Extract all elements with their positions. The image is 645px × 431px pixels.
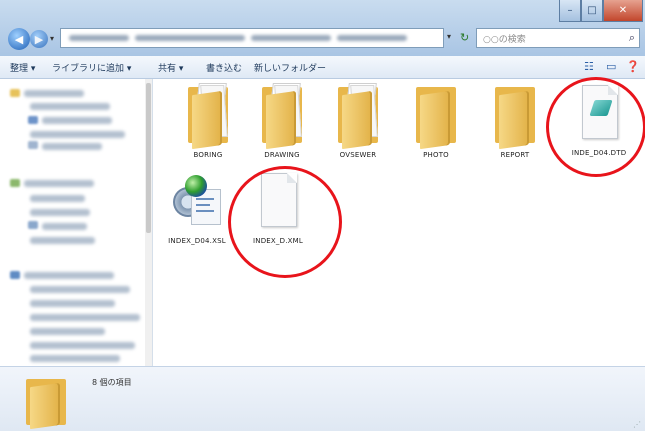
file-name: REPORT (500, 151, 530, 159)
nav-item[interactable] (24, 180, 94, 187)
item-count: 8 個の項目 (92, 378, 132, 387)
breadcrumb-segment[interactable] (251, 35, 331, 41)
file-name: DRAWING (264, 151, 300, 159)
folder-icon (258, 83, 306, 150)
folder-item[interactable]: DRAWING (247, 83, 317, 159)
xsl-file-item[interactable]: INDEX_D04.XSL (155, 171, 239, 245)
folder-item[interactable]: PHOTO (401, 83, 471, 159)
forward-arrow-icon[interactable]: ▶ (30, 30, 48, 48)
share-menu[interactable]: 共有 ▾ (158, 61, 183, 74)
maximize-button[interactable]: □ (581, 0, 603, 22)
window-controls: – □ ✕ (559, 0, 643, 22)
nav-item[interactable] (30, 131, 125, 138)
breadcrumb-segment[interactable] (69, 35, 129, 41)
organize-menu[interactable]: 整理 ▾ (10, 61, 35, 74)
nav-item[interactable] (30, 103, 110, 110)
nav-item[interactable] (30, 342, 135, 349)
folder-icon (412, 83, 460, 150)
resize-grip-icon[interactable]: ⋰ (633, 420, 641, 429)
minimize-button[interactable]: – (559, 0, 581, 22)
nav-item[interactable] (30, 300, 115, 307)
nav-item[interactable] (30, 328, 105, 335)
burn-button[interactable]: 書き込む (206, 61, 242, 74)
address-bar[interactable] (60, 28, 444, 48)
new-folder-button[interactable]: 新しいフォルダー (254, 61, 326, 74)
search-placeholder: ○○の検索 (483, 35, 526, 45)
nav-item[interactable] (30, 314, 140, 321)
nav-item[interactable] (30, 355, 120, 362)
nav-item[interactable] (42, 223, 87, 230)
file-name: INDEX_D04.XSL (168, 237, 226, 245)
folder-icon (184, 83, 232, 150)
folder-item[interactable]: REPORT (480, 83, 550, 159)
folder-icon (28, 141, 38, 149)
computer-icon (10, 271, 20, 279)
nav-scrollbar-thumb[interactable] (146, 83, 151, 233)
file-name: OVSEWER (339, 151, 377, 159)
nav-item[interactable] (30, 209, 90, 216)
back-arrow-icon[interactable]: ◀ (8, 28, 30, 50)
file-name: BORING (193, 151, 223, 159)
close-button[interactable]: ✕ (603, 0, 643, 22)
file-list: BORING DRAWING OVSEWER PHOTO REPORT INDE… (153, 77, 645, 366)
libraries-icon (10, 179, 20, 187)
breadcrumb-segment[interactable] (337, 35, 407, 41)
nav-item[interactable] (24, 90, 84, 97)
folder-item[interactable]: BORING (173, 83, 243, 159)
add-to-library-menu[interactable]: ライブラリに追加 ▾ (52, 61, 131, 74)
explorer-window: – □ ✕ ◀ ▶ ▾ ▾ ↻ ○○の検索 ⌕ 整理 ▾ ライブラリに追加 ▾ … (0, 0, 645, 431)
xsl-file-icon (171, 171, 223, 233)
nav-item[interactable] (24, 272, 114, 279)
file-name: PHOTO (423, 151, 449, 159)
favorites-icon (10, 89, 20, 97)
navigation-pane (0, 79, 153, 366)
refresh-icon[interactable]: ↻ (460, 31, 469, 44)
nav-item[interactable] (42, 143, 102, 150)
title-bar: – □ ✕ ◀ ▶ ▾ ▾ ↻ ○○の検索 ⌕ (0, 0, 645, 56)
nav-item[interactable] (42, 117, 112, 124)
highlight-circle (546, 77, 645, 177)
breadcrumb-segment[interactable] (135, 35, 245, 41)
nav-item[interactable] (30, 286, 130, 293)
help-icon[interactable]: ❓ (626, 60, 640, 73)
recent-pages-chevron-icon[interactable]: ▾ (50, 34, 54, 43)
folder-icon (334, 83, 382, 150)
command-bar: 整理 ▾ ライブラリに追加 ▾ 共有 ▾ 書き込む 新しいフォルダー ☷ ▭ ❓ (0, 56, 645, 79)
search-icon[interactable]: ⌕ (629, 31, 635, 45)
preview-pane-icon[interactable]: ▭ (606, 60, 616, 73)
details-pane: 8 個の項目 ⋰ (0, 366, 645, 431)
folder-icon (28, 221, 38, 229)
selected-folder-icon (24, 379, 68, 430)
nav-item[interactable] (30, 237, 95, 244)
search-box[interactable]: ○○の検索 ⌕ (476, 28, 640, 48)
folder-icon (491, 83, 539, 150)
address-history-chevron-icon[interactable]: ▾ (447, 32, 451, 41)
view-options-icon[interactable]: ☷ (584, 60, 594, 73)
folder-icon (28, 116, 38, 124)
highlight-circle (228, 166, 342, 278)
folder-item[interactable]: OVSEWER (323, 83, 393, 159)
nav-item[interactable] (30, 195, 85, 202)
